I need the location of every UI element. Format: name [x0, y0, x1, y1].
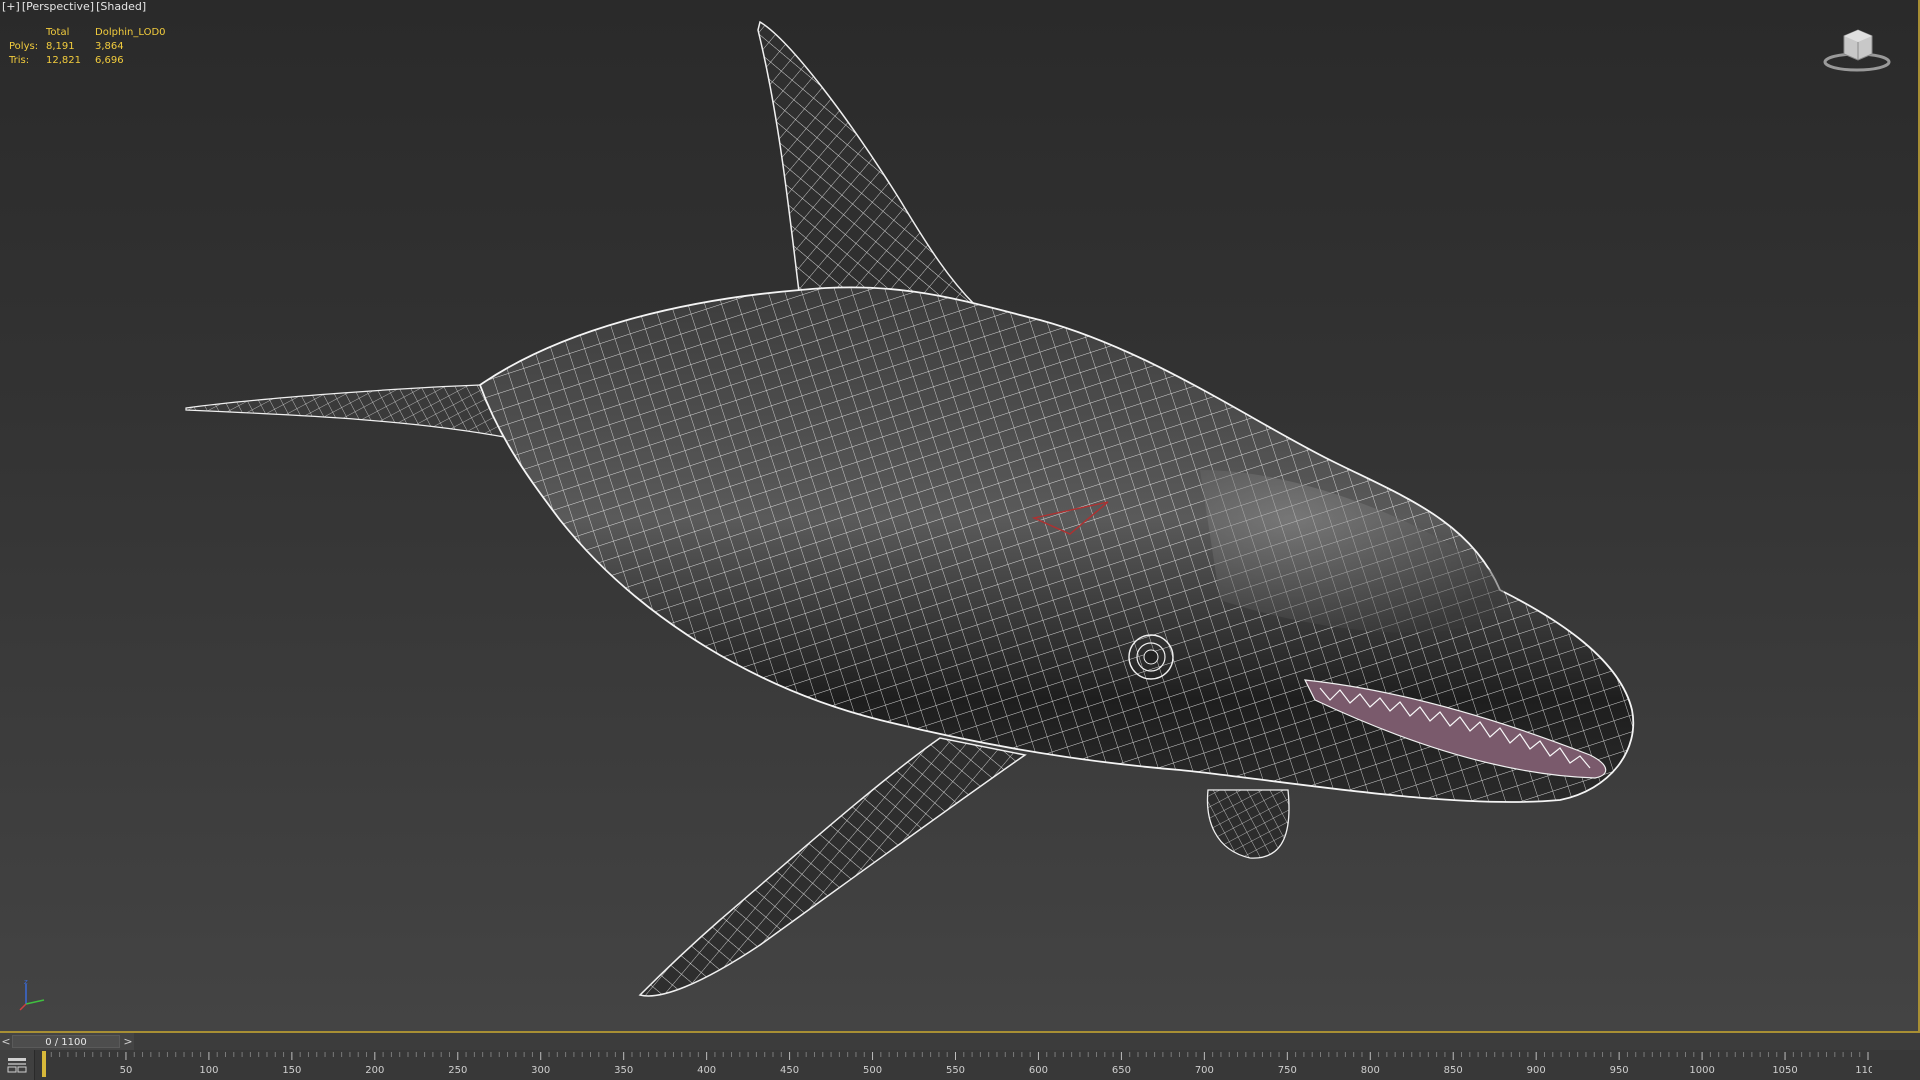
- ruler-tick-label: 50: [120, 1065, 133, 1076]
- viewcube-icon[interactable]: [1822, 24, 1892, 74]
- svg-text:z: z: [24, 978, 28, 986]
- ruler-tick-label: 250: [448, 1065, 467, 1076]
- trackbar-menu-icon[interactable]: [0, 1050, 35, 1080]
- ruler-tick-label: 800: [1361, 1065, 1380, 1076]
- ruler-tick-label: 1050: [1772, 1065, 1797, 1076]
- trackbar-ruler[interactable]: 50 100 150 200 250 300 350 400 450 500 550 600 650 70…: [42, 1050, 1872, 1080]
- ruler-tick-label: 1100: [1855, 1065, 1872, 1076]
- ruler-tick-label: 600: [1029, 1065, 1048, 1076]
- tail-fluke: [185, 384, 522, 441]
- ruler-tick-label: 100: [199, 1065, 218, 1076]
- ruler-tick-label: 850: [1444, 1065, 1463, 1076]
- ruler-tick-label: 650: [1112, 1065, 1131, 1076]
- ruler-tick-label: 450: [780, 1065, 799, 1076]
- dolphin-mesh[interactable]: [0, 0, 1916, 1031]
- current-frame-marker[interactable]: [42, 1051, 46, 1077]
- time-slider[interactable]: < 0 / 1100 >: [0, 1033, 1920, 1050]
- pectoral-fin-left: [638, 737, 1027, 997]
- time-slider-track[interactable]: [134, 1033, 1920, 1050]
- ruler-tick-label: 300: [531, 1065, 550, 1076]
- axis-tripod-icon: z: [19, 978, 45, 1011]
- ruler-tick-label: 150: [282, 1065, 301, 1076]
- ruler-tick-label: 550: [946, 1065, 965, 1076]
- max-app-window: [+] [Perspective] [Shaded] Total Dolphin_L…: [0, 0, 1920, 1080]
- ruler-tick-label: 200: [365, 1065, 384, 1076]
- ruler-tick-label: 950: [1610, 1065, 1629, 1076]
- dorsal-fin: [757, 20, 977, 306]
- ruler-tick-label: 750: [1278, 1065, 1297, 1076]
- time-slider-prev-button[interactable]: <: [0, 1033, 12, 1050]
- ruler-tick-label: 900: [1527, 1065, 1546, 1076]
- perspective-viewport[interactable]: [+] [Perspective] [Shaded] Total Dolphin_L…: [0, 0, 1920, 1033]
- ruler-tick-label: 400: [697, 1065, 716, 1076]
- time-slider-thumb[interactable]: 0 / 1100: [12, 1035, 120, 1048]
- pectoral-fin-right: [1206, 789, 1290, 859]
- ruler-tick-label: 500: [863, 1065, 882, 1076]
- pivot-gizmo-icon: [1031, 501, 1109, 535]
- ruler-tick-label: 700: [1195, 1065, 1214, 1076]
- trackbar[interactable]: 50 100 150 200 250 300 350 400 450 500 550 600 650 70…: [0, 1050, 1920, 1080]
- ruler-tick-label: 1000: [1689, 1065, 1714, 1076]
- ruler-tick-label: 350: [614, 1065, 633, 1076]
- time-slider-next-button[interactable]: >: [122, 1033, 134, 1050]
